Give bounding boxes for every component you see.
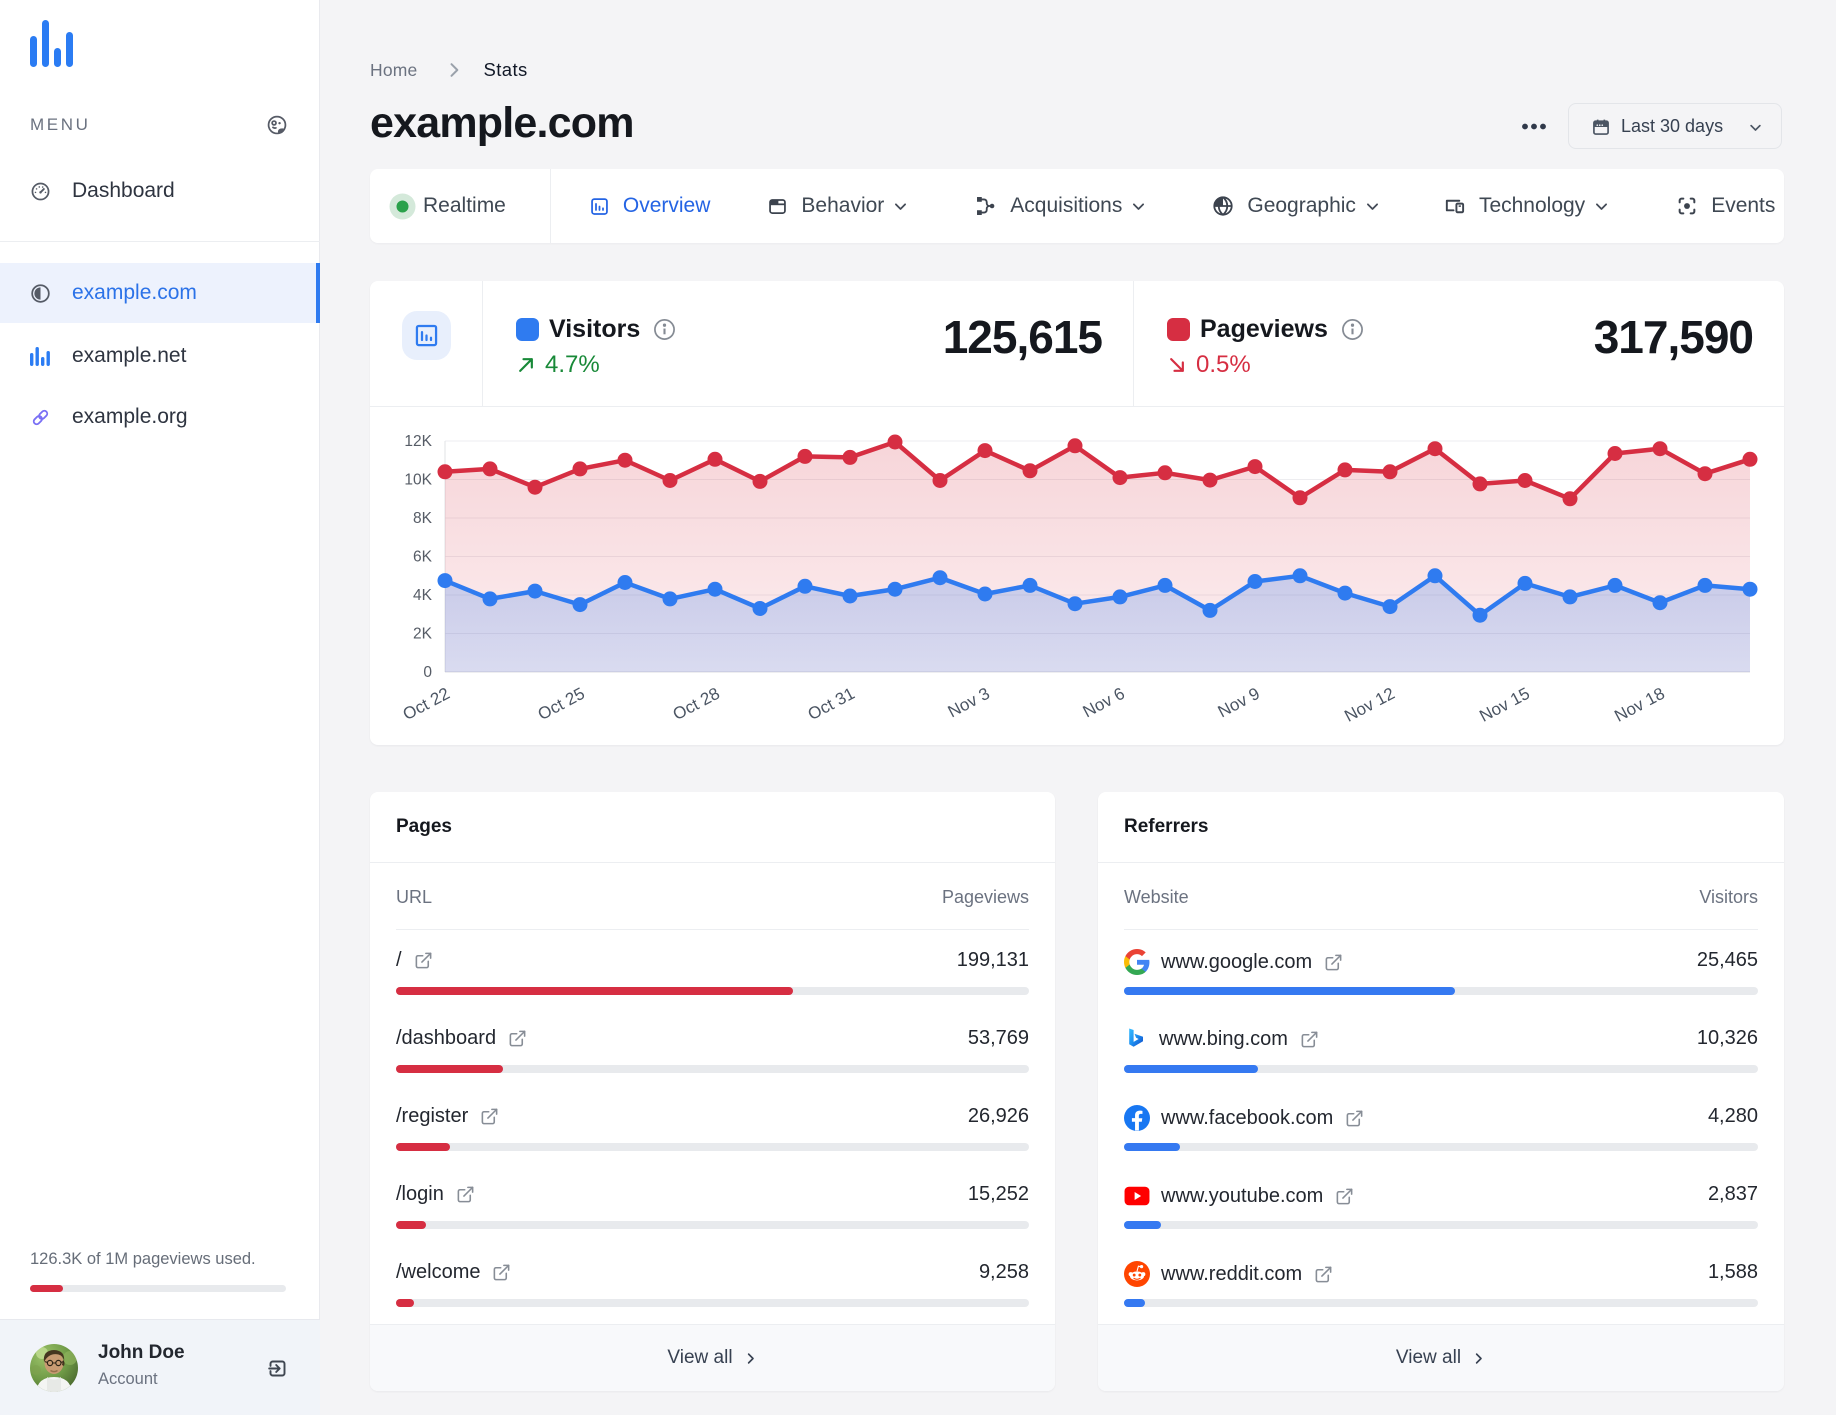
svg-text:0: 0	[423, 664, 432, 681]
svg-text:4K: 4K	[413, 587, 433, 604]
svg-text:12K: 12K	[404, 433, 432, 450]
svg-text:8K: 8K	[413, 510, 433, 527]
svg-text:Nov 9: Nov 9	[1215, 684, 1263, 722]
svg-text:2K: 2K	[413, 626, 433, 643]
svg-text:Oct 22: Oct 22	[400, 684, 453, 724]
svg-text:Oct 28: Oct 28	[670, 684, 723, 724]
svg-text:Nov 6: Nov 6	[1080, 684, 1128, 722]
svg-text:Nov 12: Nov 12	[1341, 684, 1397, 726]
svg-text:Nov 15: Nov 15	[1476, 684, 1532, 726]
svg-text:Nov 18: Nov 18	[1611, 684, 1667, 726]
svg-text:Oct 31: Oct 31	[805, 684, 858, 724]
svg-text:Nov 3: Nov 3	[945, 684, 993, 722]
svg-text:Oct 25: Oct 25	[535, 684, 588, 724]
svg-text:10K: 10K	[404, 472, 432, 489]
svg-text:6K: 6K	[413, 549, 433, 566]
